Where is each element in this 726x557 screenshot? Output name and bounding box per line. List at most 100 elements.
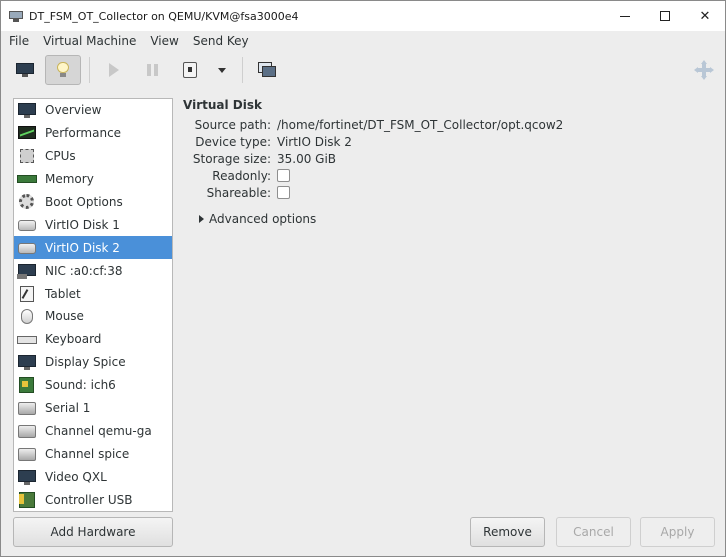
play-icon — [109, 63, 119, 77]
apply-button[interactable]: Apply — [640, 517, 715, 547]
sidebar-item-label: VirtIO Disk 2 — [45, 240, 120, 255]
monitor-icon — [17, 468, 37, 486]
sidebar-item-display-spice[interactable]: Display Spice — [14, 351, 172, 374]
shareable-checkbox[interactable] — [277, 186, 290, 199]
sidebar-item-video-qxl[interactable]: Video QXL — [14, 465, 172, 488]
tablet-icon — [17, 285, 37, 303]
serial-icon — [17, 422, 37, 440]
add-hardware-button[interactable]: Add Hardware — [13, 517, 173, 547]
advanced-options-label: Advanced options — [209, 212, 317, 226]
serial-icon — [17, 399, 37, 417]
pause-icon — [146, 64, 158, 76]
sidebar-item-label: Performance — [45, 126, 122, 141]
toolbar — [1, 51, 725, 89]
run-button[interactable] — [96, 55, 132, 85]
sidebar-item-nic[interactable]: NIC :a0:cf:38 — [14, 259, 172, 282]
sidebar-item-label: Video QXL — [45, 469, 107, 484]
disk-details-pane: Virtual Disk Source path: /home/fortinet… — [183, 98, 713, 498]
minimize-icon — [620, 15, 630, 17]
power-icon — [183, 62, 197, 78]
storage-size-row: Storage size: 35.00 GiB — [183, 150, 713, 167]
app-monitor-icon — [9, 10, 23, 22]
advanced-options-expander[interactable]: Advanced options — [199, 211, 713, 227]
shareable-label: Shareable: — [206, 185, 271, 200]
sidebar-item-label: Memory — [45, 172, 94, 187]
sidebar-item-label: Channel qemu-ga — [45, 423, 152, 438]
sidebar-item-keyboard[interactable]: Keyboard — [14, 328, 172, 351]
shutdown-button[interactable] — [172, 55, 208, 85]
monitor-icon — [17, 353, 37, 371]
shareable-row: Shareable: — [183, 184, 713, 201]
fullscreen-icon[interactable] — [693, 59, 715, 81]
sidebar-item-virtio-disk-1[interactable]: VirtIO Disk 1 — [14, 213, 172, 236]
sidebar-item-controller-usb[interactable]: Controller USB — [14, 488, 172, 511]
sidebar-item-memory[interactable]: Memory — [14, 168, 172, 191]
sidebar-item-label: NIC :a0:cf:38 — [45, 263, 123, 278]
storage-size-label: Storage size: — [192, 151, 271, 166]
keyboard-icon — [17, 330, 37, 348]
disk-icon — [17, 216, 37, 234]
sidebar-item-label: Sound: ich6 — [45, 378, 116, 393]
sidebar-item-tablet[interactable]: Tablet — [14, 282, 172, 305]
monitor-icon — [16, 63, 34, 77]
close-icon: ✕ — [699, 8, 711, 24]
gear-icon — [17, 193, 37, 211]
sidebar-item-mouse[interactable]: Mouse — [14, 305, 172, 328]
sound-card-icon — [17, 376, 37, 394]
cancel-button[interactable]: Cancel — [556, 517, 631, 547]
source-path-label: Source path: — [194, 117, 271, 132]
toolbar-separator — [242, 57, 243, 83]
device-type-row: Device type: VirtIO Disk 2 — [183, 133, 713, 150]
monitor-icon — [17, 101, 37, 119]
chart-icon — [17, 124, 37, 142]
minimize-button[interactable] — [605, 1, 645, 31]
details-view-button[interactable] — [45, 55, 81, 85]
chevron-right-icon — [199, 215, 204, 223]
storage-size-value: 35.00 GiB — [277, 151, 337, 166]
source-path-value[interactable]: /home/fortinet/DT_FSM_OT_Collector/opt.q… — [277, 118, 563, 132]
controller-icon — [17, 491, 37, 509]
menu-file[interactable]: File — [9, 34, 29, 48]
sidebar-item-label: Display Spice — [45, 355, 126, 370]
maximize-icon — [660, 11, 670, 21]
sidebar-item-cpus[interactable]: CPUs — [14, 145, 172, 168]
console-view-button[interactable] — [7, 55, 43, 85]
snapshot-icon — [258, 62, 276, 78]
window-title: DT_FSM_OT_Collector on QEMU/KVM@fsa3000e… — [29, 9, 299, 23]
chevron-down-icon — [218, 67, 226, 73]
menu-virtual-machine[interactable]: Virtual Machine — [43, 34, 136, 48]
menu-send-key[interactable]: Send Key — [193, 34, 249, 48]
sidebar-item-virtio-disk-2[interactable]: VirtIO Disk 2 — [14, 236, 172, 260]
sidebar-item-label: Overview — [45, 103, 102, 118]
sidebar-item-label: Serial 1 — [45, 401, 91, 416]
sidebar-item-overview[interactable]: Overview — [14, 99, 172, 122]
disk-icon — [17, 239, 37, 257]
sidebar-item-label: Boot Options — [45, 195, 123, 209]
pause-button[interactable] — [134, 55, 170, 85]
sidebar-item-label: VirtIO Disk 1 — [45, 217, 120, 232]
sidebar-item-channel-spice[interactable]: Channel spice — [14, 442, 172, 465]
readonly-row: Readonly: — [183, 167, 713, 184]
close-button[interactable]: ✕ — [685, 1, 725, 31]
sidebar-item-label: CPUs — [45, 149, 76, 164]
mouse-icon — [17, 307, 37, 325]
snapshots-button[interactable] — [249, 55, 285, 85]
readonly-checkbox[interactable] — [277, 169, 290, 182]
memory-icon — [17, 170, 37, 188]
sidebar-item-performance[interactable]: Performance — [14, 122, 172, 145]
toolbar-separator — [89, 57, 90, 83]
device-type-label: Device type: — [195, 134, 271, 149]
title-bar: DT_FSM_OT_Collector on QEMU/KVM@fsa3000e… — [1, 1, 725, 31]
sidebar-item-sound[interactable]: Sound: ich6 — [14, 374, 172, 397]
vm-details-window: DT_FSM_OT_Collector on QEMU/KVM@fsa3000e… — [0, 0, 726, 557]
remove-button[interactable]: Remove — [470, 517, 545, 547]
shutdown-menu-button[interactable] — [210, 55, 234, 85]
sidebar-item-channel-qemu-ga[interactable]: Channel qemu-ga — [14, 419, 172, 442]
maximize-button[interactable] — [645, 1, 685, 31]
sidebar-item-serial-1[interactable]: Serial 1 — [14, 397, 172, 420]
device-type-value: VirtIO Disk 2 — [277, 134, 352, 149]
sidebar-item-boot-options[interactable]: Boot Options — [14, 191, 172, 214]
readonly-label: Readonly: — [212, 168, 271, 183]
menu-bar: File Virtual Machine View Send Key — [1, 31, 725, 51]
menu-view[interactable]: View — [150, 34, 178, 48]
